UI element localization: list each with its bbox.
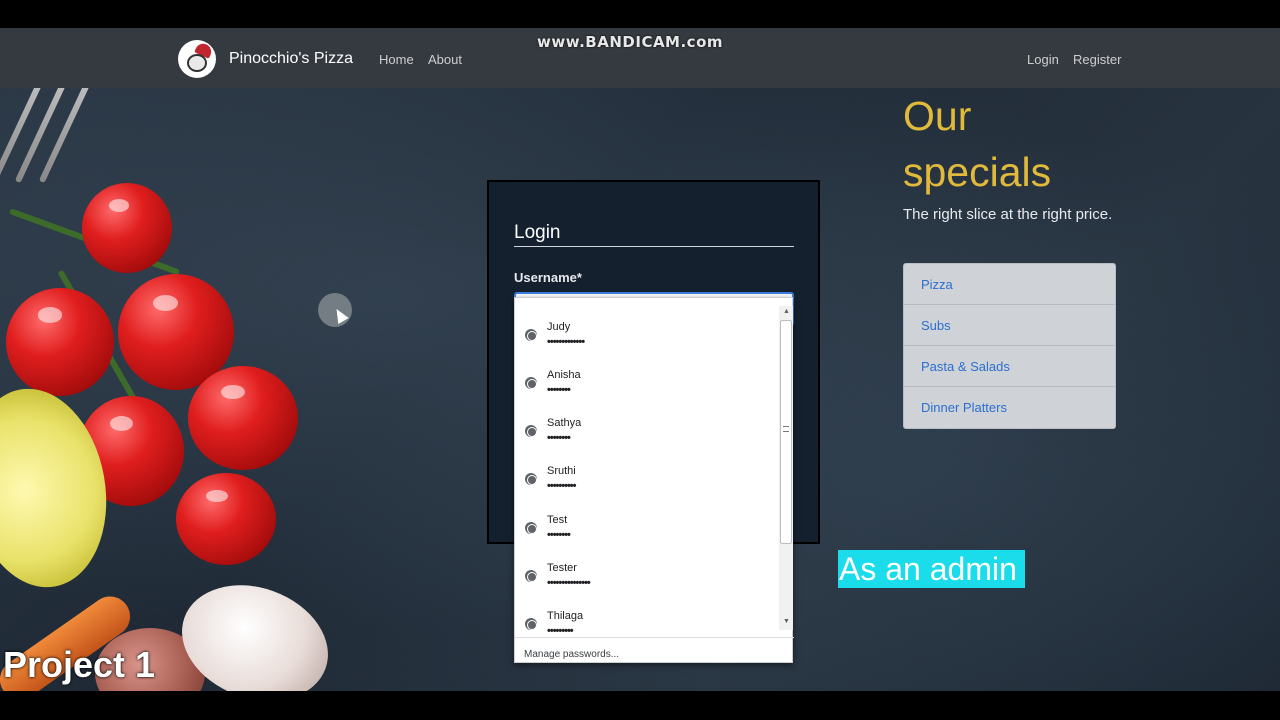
autofill-password-mask: •••••••••••••••	[547, 577, 591, 589]
globe-icon	[525, 425, 537, 437]
autofill-username: Judy	[547, 321, 571, 333]
autofill-entry[interactable]: Judy •••••••••••••	[515, 312, 779, 360]
autofill-username: Sathya	[547, 417, 582, 429]
autofill-username: Test	[547, 514, 568, 526]
password-autofill-dropdown: Judy ••••••••••••• Anisha •••••••• Sathy…	[514, 297, 794, 663]
autofill-entry[interactable]: Anisha ••••••••	[515, 360, 779, 408]
autofill-username: Tester	[547, 562, 577, 574]
nav-home-link[interactable]: Home	[379, 52, 414, 67]
login-heading-divider	[514, 246, 794, 247]
autofill-username: Thilaga	[547, 610, 584, 622]
brand-name-link[interactable]: Pinocchio's Pizza	[229, 50, 353, 68]
scroll-up-arrow-icon[interactable]: ▲	[783, 308, 790, 315]
menu-item-dinner-platters[interactable]: Dinner Platters	[904, 387, 1115, 428]
globe-icon	[525, 377, 537, 389]
autofill-divider	[515, 637, 794, 638]
autofill-username: Sruthi	[547, 465, 576, 477]
tomato	[176, 473, 276, 565]
menu-item-pizza[interactable]: Pizza	[904, 264, 1115, 305]
autofill-password-mask: •••••••••••••	[547, 336, 585, 348]
pinocchio-logo-icon[interactable]	[178, 40, 216, 78]
specials-menu-list: Pizza Subs Pasta & Salads Dinner Platter…	[903, 263, 1116, 429]
specials-heading: Our specials	[903, 93, 1052, 195]
menu-item-pasta-salads[interactable]: Pasta & Salads	[904, 346, 1115, 387]
autofill-entry[interactable]: Thilaga •••••••••	[515, 601, 779, 649]
globe-icon	[525, 473, 537, 485]
nav-register-link[interactable]: Register	[1073, 52, 1121, 67]
nav-about-link[interactable]: About	[428, 52, 462, 67]
globe-icon	[525, 522, 537, 534]
autofill-scrollbar-thumb[interactable]	[780, 320, 792, 544]
autofill-username: Anisha	[547, 369, 581, 381]
scrollbar-grip-icon	[783, 426, 789, 432]
scroll-down-arrow-icon[interactable]: ▼	[783, 618, 790, 625]
autofill-password-mask: •••••••••	[547, 625, 574, 637]
autofill-entry[interactable]: Tester •••••••••••••••	[515, 553, 779, 601]
specials-subtitle: The right slice at the right price.	[903, 206, 1113, 223]
globe-icon	[525, 329, 537, 341]
autofill-password-mask: ••••••••	[547, 384, 571, 396]
username-label: Username*	[514, 270, 582, 285]
autofill-password-mask: ••••••••	[547, 529, 571, 541]
recorder-watermark: www.BANDICAM.com	[537, 33, 724, 51]
tomato	[6, 288, 114, 396]
autofill-entry[interactable]: Test ••••••••	[515, 505, 779, 553]
globe-icon	[525, 570, 537, 582]
login-heading: Login	[514, 222, 561, 243]
autofill-entry[interactable]: Sruthi ••••••••••	[515, 456, 779, 504]
food-background-decoration	[0, 62, 345, 691]
tomato	[188, 366, 298, 470]
nav-login-link[interactable]: Login	[1027, 52, 1059, 67]
autofill-entry[interactable]: Sathya ••••••••	[515, 408, 779, 456]
manage-passwords-link[interactable]: Manage passwords...	[524, 649, 619, 660]
globe-icon	[525, 618, 537, 630]
tomato	[82, 183, 172, 273]
project-label: Project 1	[3, 644, 156, 685]
autofill-password-mask: ••••••••	[547, 432, 571, 444]
menu-item-subs[interactable]: Subs	[904, 305, 1115, 346]
video-frame: Pinocchio's Pizza Home About Login Regis…	[0, 0, 1280, 720]
video-caption: As an admin	[838, 550, 1025, 588]
autofill-password-mask: ••••••••••	[547, 480, 576, 492]
logo-face	[187, 54, 207, 72]
